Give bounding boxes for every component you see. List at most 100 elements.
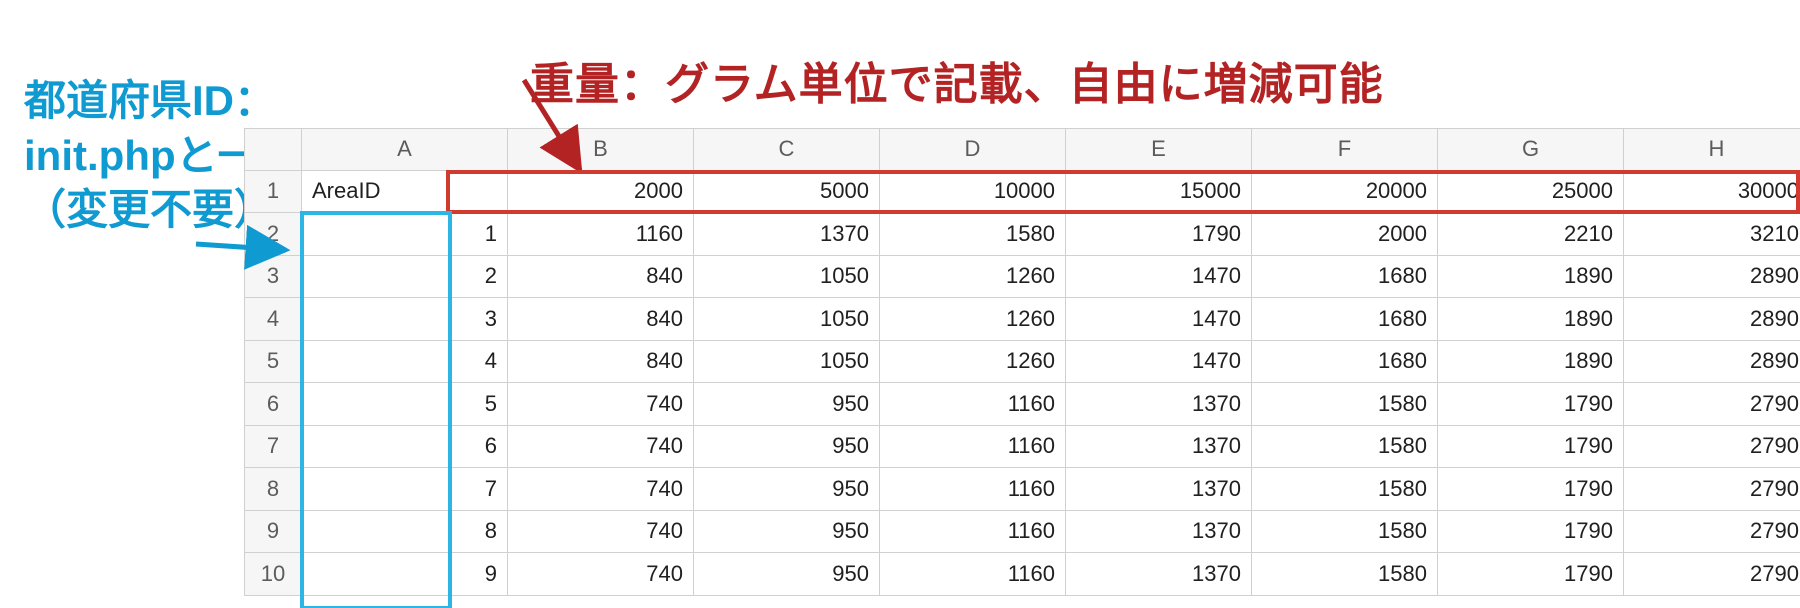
cell-A7[interactable]: 6 — [302, 426, 508, 469]
col-header-A[interactable]: A — [302, 128, 508, 171]
cell-B7[interactable]: 740 — [508, 426, 694, 469]
cell-H4[interactable]: 2890 — [1624, 298, 1800, 341]
row-header-9[interactable]: 9 — [244, 511, 302, 554]
cell-B4[interactable]: 840 — [508, 298, 694, 341]
cell-F1[interactable]: 20000 — [1252, 171, 1438, 214]
cell-B9[interactable]: 740 — [508, 511, 694, 554]
cell-A4[interactable]: 3 — [302, 298, 508, 341]
cell-D8[interactable]: 1160 — [880, 468, 1066, 511]
cell-G9[interactable]: 1790 — [1438, 511, 1624, 554]
cell-C3[interactable]: 1050 — [694, 256, 880, 299]
cell-A10[interactable]: 9 — [302, 553, 508, 596]
cell-H8[interactable]: 2790 — [1624, 468, 1800, 511]
cell-H3[interactable]: 2890 — [1624, 256, 1800, 299]
row-header-7[interactable]: 7 — [244, 426, 302, 469]
col-header-B[interactable]: B — [508, 128, 694, 171]
cell-C7[interactable]: 950 — [694, 426, 880, 469]
cell-F5[interactable]: 1680 — [1252, 341, 1438, 384]
corner-cell — [244, 128, 302, 171]
cell-D3[interactable]: 1260 — [880, 256, 1066, 299]
cell-F2[interactable]: 2000 — [1252, 213, 1438, 256]
cell-E3[interactable]: 1470 — [1066, 256, 1252, 299]
cell-A5[interactable]: 4 — [302, 341, 508, 384]
row-header-10[interactable]: 10 — [244, 553, 302, 596]
cell-H5[interactable]: 2890 — [1624, 341, 1800, 384]
col-header-E[interactable]: E — [1066, 128, 1252, 171]
row-header-3[interactable]: 3 — [244, 256, 302, 299]
cell-H1[interactable]: 30000 — [1624, 171, 1800, 214]
cell-A9[interactable]: 8 — [302, 511, 508, 554]
cell-F4[interactable]: 1680 — [1252, 298, 1438, 341]
cell-E8[interactable]: 1370 — [1066, 468, 1252, 511]
col-header-G[interactable]: G — [1438, 128, 1624, 171]
cell-D7[interactable]: 1160 — [880, 426, 1066, 469]
cell-G2[interactable]: 2210 — [1438, 213, 1624, 256]
cell-C10[interactable]: 950 — [694, 553, 880, 596]
row-header-5[interactable]: 5 — [244, 341, 302, 384]
cell-C9[interactable]: 950 — [694, 511, 880, 554]
cell-G1[interactable]: 25000 — [1438, 171, 1624, 214]
row-header-8[interactable]: 8 — [244, 468, 302, 511]
col-header-F[interactable]: F — [1252, 128, 1438, 171]
row-header-4[interactable]: 4 — [244, 298, 302, 341]
cell-E2[interactable]: 1790 — [1066, 213, 1252, 256]
cell-H6[interactable]: 2790 — [1624, 383, 1800, 426]
cell-B2[interactable]: 1160 — [508, 213, 694, 256]
cell-C2[interactable]: 1370 — [694, 213, 880, 256]
cell-H2[interactable]: 3210 — [1624, 213, 1800, 256]
cell-F9[interactable]: 1580 — [1252, 511, 1438, 554]
cell-D6[interactable]: 1160 — [880, 383, 1066, 426]
row-header-1[interactable]: 1 — [244, 171, 302, 214]
cell-C4[interactable]: 1050 — [694, 298, 880, 341]
cell-A8[interactable]: 7 — [302, 468, 508, 511]
cell-E7[interactable]: 1370 — [1066, 426, 1252, 469]
cell-F6[interactable]: 1580 — [1252, 383, 1438, 426]
cell-E4[interactable]: 1470 — [1066, 298, 1252, 341]
cell-D4[interactable]: 1260 — [880, 298, 1066, 341]
row-header-6[interactable]: 6 — [244, 383, 302, 426]
cell-H10[interactable]: 2790 — [1624, 553, 1800, 596]
cell-G7[interactable]: 1790 — [1438, 426, 1624, 469]
cell-C1[interactable]: 5000 — [694, 171, 880, 214]
cell-A2[interactable]: 1 — [302, 213, 508, 256]
cell-G4[interactable]: 1890 — [1438, 298, 1624, 341]
cell-A1[interactable]: AreaID — [302, 171, 508, 214]
col-header-C[interactable]: C — [694, 128, 880, 171]
cell-E9[interactable]: 1370 — [1066, 511, 1252, 554]
cell-B1[interactable]: 2000 — [508, 171, 694, 214]
cell-E10[interactable]: 1370 — [1066, 553, 1252, 596]
cell-B8[interactable]: 740 — [508, 468, 694, 511]
cell-G6[interactable]: 1790 — [1438, 383, 1624, 426]
col-header-H[interactable]: H — [1624, 128, 1800, 171]
cell-D1[interactable]: 10000 — [880, 171, 1066, 214]
cell-F7[interactable]: 1580 — [1252, 426, 1438, 469]
row-header-2[interactable]: 2 — [244, 213, 302, 256]
cell-B10[interactable]: 740 — [508, 553, 694, 596]
spreadsheet: ABCDEFGH1AreaID2000500010000150002000025… — [244, 128, 1800, 608]
cell-H9[interactable]: 2790 — [1624, 511, 1800, 554]
col-header-D[interactable]: D — [880, 128, 1066, 171]
cell-B3[interactable]: 840 — [508, 256, 694, 299]
cell-G5[interactable]: 1890 — [1438, 341, 1624, 384]
cell-C8[interactable]: 950 — [694, 468, 880, 511]
cell-A6[interactable]: 5 — [302, 383, 508, 426]
cell-D9[interactable]: 1160 — [880, 511, 1066, 554]
cell-E1[interactable]: 15000 — [1066, 171, 1252, 214]
cell-E6[interactable]: 1370 — [1066, 383, 1252, 426]
cell-F8[interactable]: 1580 — [1252, 468, 1438, 511]
cell-F10[interactable]: 1580 — [1252, 553, 1438, 596]
cell-G3[interactable]: 1890 — [1438, 256, 1624, 299]
cell-D5[interactable]: 1260 — [880, 341, 1066, 384]
cell-D2[interactable]: 1580 — [880, 213, 1066, 256]
cell-H7[interactable]: 2790 — [1624, 426, 1800, 469]
cell-C5[interactable]: 1050 — [694, 341, 880, 384]
cell-A3[interactable]: 2 — [302, 256, 508, 299]
cell-E5[interactable]: 1470 — [1066, 341, 1252, 384]
cell-B5[interactable]: 840 — [508, 341, 694, 384]
cell-G10[interactable]: 1790 — [1438, 553, 1624, 596]
cell-F3[interactable]: 1680 — [1252, 256, 1438, 299]
cell-G8[interactable]: 1790 — [1438, 468, 1624, 511]
cell-C6[interactable]: 950 — [694, 383, 880, 426]
cell-D10[interactable]: 1160 — [880, 553, 1066, 596]
cell-B6[interactable]: 740 — [508, 383, 694, 426]
